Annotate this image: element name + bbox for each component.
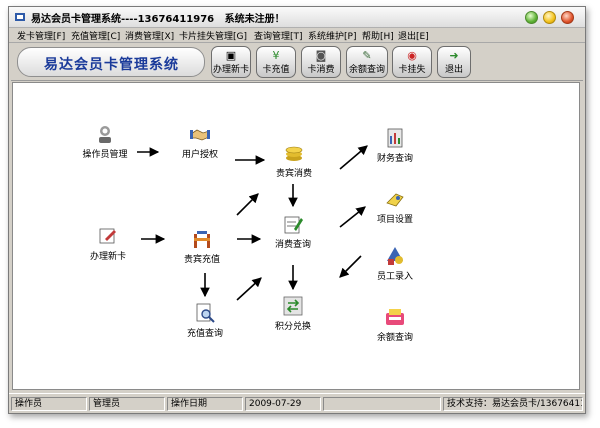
toolbar: 易达会员卡管理系统 ▣ 办理新卡 ¥ 卡充值 ◙ 卡消费 ✎ 余额查询 ◉ 卡挂…: [11, 44, 583, 81]
magnifier-doc-icon: [196, 303, 215, 323]
status-bar: 操作员 管理员 操作日期 2009-07-29 技术支持：易达会员卡/13676…: [9, 393, 585, 413]
date-value: 2009-07-29: [245, 397, 321, 411]
spend-button[interactable]: ◙ 卡消费: [301, 46, 341, 78]
menu-bar: 发卡管理[F] 充值管理[C] 消费管理[X] 卡片挂失管理[G] 查询管理[T…: [9, 28, 585, 43]
guest-spending-label: 贵宾消费: [275, 169, 312, 179]
operator-icon: [99, 126, 111, 143]
operator-management-label: 操作员管理: [82, 150, 128, 160]
new-card-button[interactable]: ▣ 办理新卡: [211, 46, 251, 78]
operator-value: 管理员: [89, 397, 165, 411]
node-recharge-query[interactable]: 充值查询: [160, 302, 250, 339]
banner-title: 易达会员卡管理系统: [44, 57, 179, 73]
coins-icon: [285, 146, 303, 161]
card-loss-label: 卡挂失: [398, 65, 426, 75]
workflow-canvas: 操作员管理 用户授权 贵宾消费 财务查询 项目设置 办理新卡 贵宾充值 消费查询…: [12, 82, 580, 390]
exit-button[interactable]: ➜ 退出: [437, 46, 471, 78]
new-card-label: 办理新卡: [89, 252, 126, 262]
node-project-settings[interactable]: 项目设置: [350, 188, 440, 225]
exit-label: 退出: [444, 65, 463, 75]
balance-icon: [386, 309, 404, 325]
menu-spending[interactable]: 消费管理[X]: [125, 29, 174, 42]
finance-query-label: 财务查询: [376, 154, 413, 164]
employee-entry-label: 员工录入: [376, 272, 413, 282]
date-label: 操作日期: [167, 397, 243, 411]
spending-query-label: 消费查询: [274, 240, 311, 250]
node-points-exchange[interactable]: 积分兑换: [248, 295, 338, 332]
handshake-icon: [190, 129, 210, 141]
maximize-button[interactable]: [543, 11, 556, 24]
points-exchange-label: 积分兑换: [274, 322, 311, 332]
node-guest-recharge[interactable]: 贵宾充值: [157, 228, 247, 265]
guest-recharge-label: 贵宾充值: [183, 255, 220, 265]
spend-label: 卡消费: [307, 65, 335, 75]
node-finance-query[interactable]: 财务查询: [350, 127, 440, 164]
card-icon: ▣: [225, 49, 237, 62]
support-info: 技术支持：易达会员卡/13676411976: [443, 397, 583, 411]
node-guest-spending[interactable]: 贵宾消费: [249, 142, 339, 179]
new-card-label: 办理新卡: [212, 65, 249, 75]
employee-icon: [387, 247, 403, 265]
project-settings-label: 项目设置: [376, 215, 413, 225]
exchange-icon: [283, 296, 303, 316]
settings-hand-icon: [386, 193, 404, 207]
new-card-icon: [99, 228, 116, 244]
menu-card-issue[interactable]: 发卡管理[F]: [17, 29, 65, 42]
spending-query-icon: [284, 216, 303, 234]
balance-query-button[interactable]: ✎ 余额查询: [346, 46, 388, 78]
close-button[interactable]: [561, 11, 574, 24]
balance-query-label: 余额查询: [376, 333, 413, 343]
status-spacer: [323, 397, 441, 411]
yen-icon: ¥: [272, 49, 280, 62]
balance-query-label: 余额查询: [348, 65, 385, 75]
exit-icon: ➜: [449, 49, 459, 62]
operator-label: 操作员: [11, 397, 87, 411]
wallet-icon: ◙: [315, 49, 327, 62]
node-employee-entry[interactable]: 员工录入: [350, 245, 440, 282]
finance-doc-icon: [387, 128, 403, 148]
menu-card-loss[interactable]: 卡片挂失管理[G]: [179, 29, 247, 42]
menu-query[interactable]: 查询管理[T]: [254, 29, 303, 42]
user-authorization-label: 用户授权: [181, 150, 218, 160]
menu-exit[interactable]: 退出[E]: [398, 29, 429, 42]
recharge-icon: [194, 231, 210, 248]
node-balance-query[interactable]: 余额查询: [350, 306, 440, 343]
menu-maintenance[interactable]: 系统维护[P]: [308, 29, 356, 42]
title-bar: 易达会员卡管理系统----13676411976 系统未注册！: [9, 7, 585, 28]
node-new-card[interactable]: 办理新卡: [63, 225, 153, 262]
node-spending-query[interactable]: 消费查询: [248, 213, 338, 250]
app-window: 易达会员卡管理系统----13676411976 系统未注册！ 发卡管理[F] …: [8, 6, 586, 414]
app-icon: [15, 13, 25, 21]
recharge-label: 卡充值: [262, 65, 290, 75]
card-loss-button[interactable]: ◉ 卡挂失: [392, 46, 432, 78]
search-doc-icon: ✎: [362, 49, 372, 62]
app-banner: 易达会员卡管理系统: [17, 47, 205, 77]
node-user-authorization[interactable]: 用户授权: [155, 123, 245, 160]
menu-help[interactable]: 帮助[H]: [362, 29, 394, 42]
node-operator-management[interactable]: 操作员管理: [60, 123, 150, 160]
recharge-button[interactable]: ¥ 卡充值: [256, 46, 296, 78]
window-title: 易达会员卡管理系统----13676411976 系统未注册！: [31, 14, 285, 25]
minimize-button[interactable]: [525, 11, 538, 24]
menu-recharge[interactable]: 充值管理[C]: [71, 29, 120, 42]
recharge-query-label: 充值查询: [186, 329, 223, 339]
lock-icon: ◉: [407, 49, 417, 62]
